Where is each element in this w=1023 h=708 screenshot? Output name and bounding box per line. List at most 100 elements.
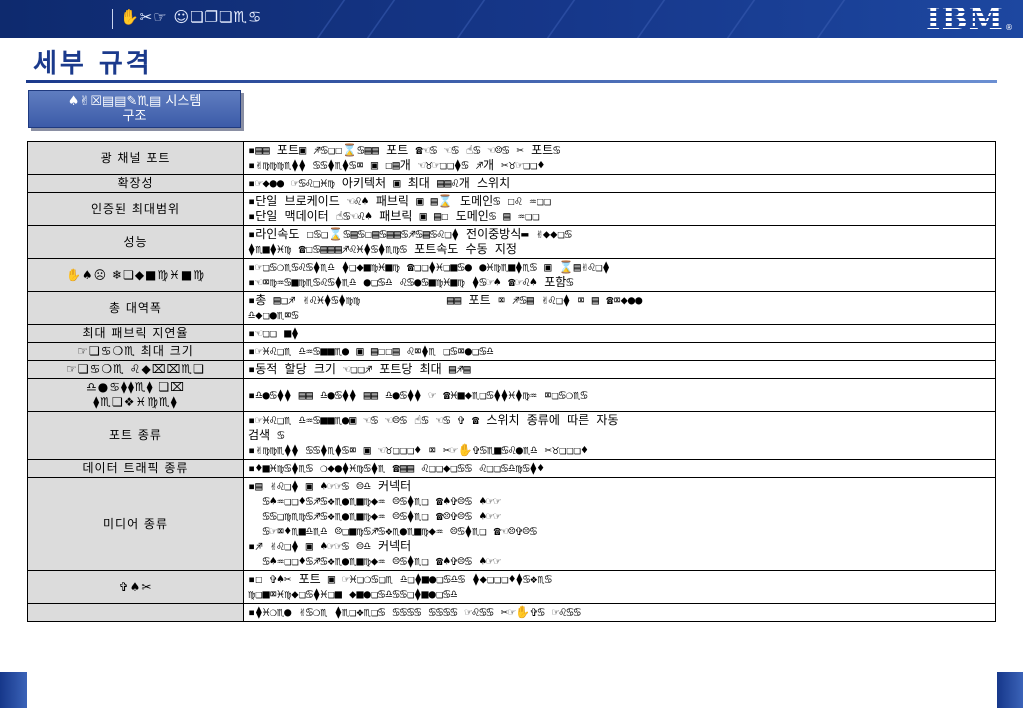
spec-value-line: ▪라인속도 ☐♋❏⌛♋▤♋☐▤♋▤▤♋♐♋▤♋♌❏⧫ 전이중방식▬ ✌◆◆❏♋ xyxy=(248,227,572,241)
bottom-band-left xyxy=(0,672,27,708)
spec-key-text: 확장성 xyxy=(117,176,154,190)
spec-key-text: 최대 패브릭 지연율 xyxy=(82,326,189,340)
spec-value-line: ▪☞♓♌❏♏ ♎♒♋■■♏● ▣ ▤☐☐▤ ♌⌧⧫♏ ❏♋⌧●❏♋♎ xyxy=(248,344,494,358)
spec-value-line: ▪☞♓♌❏♏ ♎♒♋■■♏●▣ ☜♋ ☜☹♋ ☝♋ ☜♋ ✞ ☎ 스위치 종류에… xyxy=(248,413,619,427)
spec-value-line: ▪♐ ✌♌❏⧫ ▣ ♠☞☞♋ ☹♎ 커넥터 xyxy=(248,539,412,553)
spec-value-line: ▪총 ▤❏♐ ✌♌♓⧫♋⧫♍♍ ▤▤ 포트 ⌧ ♐♋▤ ✌♌❏⧫ ⌧ ▤ ☎⌧◆… xyxy=(248,293,643,307)
spec-key-text: 포트 종류 xyxy=(109,428,162,442)
spec-key-text: 성능 xyxy=(123,234,148,249)
spec-value-line: ♎◆❏●♏⌧♋ xyxy=(248,308,299,322)
header-separator xyxy=(112,9,113,29)
spec-value-line: ▪✌♍♍♍♏⧫⧫ ♋♋⧫♏⧫♋⌧ ▣ ☐▤개 ☜♉☞❏❏⧫♋ ♐개 ✂♉☞❏❏♦ xyxy=(248,158,545,172)
spec-value: ▪☜❏❏ ■⧫ xyxy=(243,324,996,343)
spec-row: 인증된 최대범위 ▪단일 브로케이드 ☜♌♠ 패브릭 ▣ ▤⌛ 도메인♋ ☐♌ ♒… xyxy=(27,192,996,226)
spec-row: ♎●♋⧫⧫♏⧫ ❏⌧ ⧫♏❏❖♓♍♏⧫ ▪♎●♋⧫⧫ ▤▤ ♎●♋⧫⧫ ▤▤ ♎●… xyxy=(27,378,996,412)
spec-value-line: ▪☜⌧♍♒♋■♍♏♋♌♋⧫♏♎ ●❏♋♎ ♌♋●♋■♍♓■♍ ⧫♋☞♠ ☎☞♌♠… xyxy=(248,275,574,289)
section-label-box: ♠✌☒▤▤✎♏▤ 시스템 구조 xyxy=(28,90,241,128)
spec-row: ☞❏♋❍♏ 최대 크기 ▪☞♓♌❏♏ ♎♒♋■■♏● ▣ ▤☐☐▤ ♌⌧⧫♏ ❏♋… xyxy=(27,342,996,361)
spec-value-line: 검색 ♋ xyxy=(248,428,285,442)
spec-key-text: 총 대역폭 xyxy=(109,300,162,315)
spec-key: 성능 xyxy=(27,225,244,259)
spec-value-line: ▪✌♍♍♏⧫⧫ ♋♋⧫♏⧫♋⌧ ▣ ☜♉❏❏❏♦ ⌧ ✂☞✋✞♋♏■♋♌●♏♎ … xyxy=(248,443,589,457)
spec-row: ☞❏♋❍♏ ♌◆⌧⌧♏❏ ▪동적 할당 크기 ☜❏❏♐ 포트당 최대 ▤♐▤ xyxy=(27,360,996,379)
spec-value-line: ▪☞❏♋❍♏♋♌♋⧫♏♎ ⧫❏◆■♍♓■♍ ☎❏❏⧫♓❏■♋● ●♓♍♏■⧫♏♋… xyxy=(248,260,610,274)
spec-value-line: ▪▤▤ 포트▣ ♐♋❏☐⌛♋▤▤ 포트 ☎☜♋ ☜♋ ☝♋ ☜☹♋ ✂ 포트♋ xyxy=(248,143,561,157)
spec-value-line: ♋♠♒❏❏♦♋♐♋❖♏●♏■♍◆♒ ☹♋⧫♏❏ ☎♠✞☹♋ ♠☞☞ xyxy=(248,494,501,508)
spec-key-text: ♎●♋⧫⧫♏⧫ ❏⌧ ⧫♏❏❖♓♍♏⧫ xyxy=(86,380,185,409)
spec-value: ▪♦■♓♍♋⧫♏♋ ❍◆●⧫♓♍♋⧫♏ ☎▤▤ ♌❏❏◆❏♋♋ ♌❏❏♋♎♍♋⧫… xyxy=(243,459,996,478)
spec-table: 광 채널 포트 ▪▤▤ 포트▣ ♐♋❏☐⌛♋▤▤ 포트 ☎☜♋ ☜♋ ☝♋ ☜☹♋… xyxy=(27,141,996,622)
spec-value-line: ▪단일 브로케이드 ☜♌♠ 패브릭 ▣ ▤⌛ 도메인♋ ☐♌ ♒❏❏ xyxy=(248,194,551,208)
bottom-band-right xyxy=(997,672,1023,708)
spec-key: 최대 패브릭 지연율 xyxy=(27,324,244,343)
spec-row: 미디어 종류 ▪▤ ✌♌❏⧫ ▣ ♠☞☞♋ ☹♎ 커넥터 ♋♠♒❏❏♦♋♐♋❖♏●… xyxy=(27,477,996,571)
spec-value: ▪라인속도 ☐♋❏⌛♋▤♋☐▤♋▤▤♋♐♋▤♋♌❏⧫ 전이중방식▬ ✌◆◆❏♋ ⧫… xyxy=(243,225,996,259)
section-label-text: ♠✌☒▤▤✎♏▤ 시스템 구조 xyxy=(67,94,202,124)
spec-row: 총 대역폭 ▪총 ▤❏♐ ✌♌♓⧫♋⧫♍♍ ▤▤ 포트 ⌧ ♐♋▤ ✌♌❏⧫ ⌧ … xyxy=(27,291,996,325)
spec-value: ▪⧫♓❍♏● ✌♋❍♏ ⧫♏❏❖♏❏♋ ♋♋♋♋ ♋♋♋♋ ☞♌♋♋ ✂☞✋✞♋… xyxy=(243,603,996,622)
spec-value: ▪▤▤ 포트▣ ♐♋❏☐⌛♋▤▤ 포트 ☎☜♋ ☜♋ ☝♋ ☜☹♋ ✂ 포트♋ ▪… xyxy=(243,141,996,175)
spec-row: 확장성 ▪☞◆●● ☞♋♌❏♓♍ 아키텍처 ▣ 최대 ▤▤♌개 스위치 xyxy=(27,174,996,193)
spec-value-line: ♋☞⌧♦♏■♎♏♎ ☹❏■♍♋♐♋❖♏●♏■♍◆♒ ☹♋⧫♏❏ ☎☜☹✞☹♋ xyxy=(248,524,537,538)
spec-key: ✞♠✂ xyxy=(27,570,244,604)
spec-key: 광 채널 포트 xyxy=(27,141,244,175)
spec-row: 최대 패브릭 지연율 ▪☜❏❏ ■⧫ xyxy=(27,324,996,343)
ibm-logo: IBM ® xyxy=(926,3,1013,35)
spec-row: ✋♠☹ ❄❏◆■♍♓■♍ ▪☞❏♋❍♏♋♌♋⧫♏♎ ⧫❏◆■♍♓■♍ ☎❏❏⧫♓❏… xyxy=(27,258,996,292)
spec-key: 포트 종류 xyxy=(27,411,244,460)
spec-value: ▪♎●♋⧫⧫ ▤▤ ♎●♋⧫⧫ ▤▤ ♎●♋⧫⧫ ☞ ☎♓■◆♏❏♋⧫⧫♓⧫♍♒… xyxy=(243,378,996,412)
spec-value-line: ▪☐ ✞♠✂ 포트 ▣ ☞♓❏❍♋❏♏ ♎❏⧫■●❏♋♎♋ ⧫◆❏❏❏♦⧫♋❖♏… xyxy=(248,572,552,586)
spec-value: ▪☞◆●● ☞♋♌❏♓♍ 아키텍처 ▣ 최대 ▤▤♌개 스위치 xyxy=(243,174,996,193)
spec-value: ▪▤ ✌♌❏⧫ ▣ ♠☞☞♋ ☹♎ 커넥터 ♋♠♒❏❏♦♋♐♋❖♏●♏■♍◆♒ … xyxy=(243,477,996,571)
spec-value-line: ▪동적 할당 크기 ☜❏❏♐ 포트당 최대 ▤♐▤ xyxy=(248,362,471,376)
spec-value: ▪단일 브로케이드 ☜♌♠ 패브릭 ▣ ▤⌛ 도메인♋ ☐♌ ♒❏❏ ▪단일 맥데… xyxy=(243,192,996,226)
header-title: ✋✂☞ ☺❏❐❏♏♋ xyxy=(120,8,263,26)
spec-value: ▪☞♓♌❏♏ ♎♒♋■■♏●▣ ☜♋ ☜☹♋ ☝♋ ☜♋ ✞ ☎ 스위치 종류에… xyxy=(243,411,996,460)
title-underline xyxy=(26,80,997,83)
spec-value-line: ▪☞◆●● ☞♋♌❏♓♍ 아키텍처 ▣ 최대 ▤▤♌개 스위치 xyxy=(248,176,511,190)
spec-value-line: ▪⧫♓❍♏● ✌♋❍♏ ⧫♏❏❖♏❏♋ ♋♋♋♋ ♋♋♋♋ ☞♌♋♋ ✂☞✋✞♋… xyxy=(248,605,581,619)
registered-mark: ® xyxy=(1005,23,1013,32)
header-bar: ✋✂☞ ☺❏❐❏♏♋ IBM ® xyxy=(0,0,1023,38)
spec-key-text: 광 채널 포트 xyxy=(100,150,171,165)
page-title: 세부 규격 xyxy=(33,49,153,79)
spec-value: ▪총 ▤❏♐ ✌♌♓⧫♋⧫♍♍ ▤▤ 포트 ⌧ ♐♋▤ ✌♌❏⧫ ⌧ ▤ ☎⌧◆… xyxy=(243,291,996,325)
spec-key: 확장성 xyxy=(27,174,244,193)
spec-key-text: ☞❏♋❍♏ 최대 크기 xyxy=(77,344,194,358)
spec-key-text: 미디어 종류 xyxy=(102,516,168,531)
spec-row: 데이터 트래픽 종류 ▪♦■♓♍♋⧫♏♋ ❍◆●⧫♓♍♋⧫♏ ☎▤▤ ♌❏❏◆❏♋… xyxy=(27,459,996,478)
spec-value: ▪☐ ✞♠✂ 포트 ▣ ☞♓❏❍♋❏♏ ♎❏⧫■●❏♋♎♋ ⧫◆❏❏❏♦⧫♋❖♏… xyxy=(243,570,996,604)
spec-key: 인증된 최대범위 xyxy=(27,192,244,226)
spec-value-line: ▪▤ ✌♌❏⧫ ▣ ♠☞☞♋ ☹♎ 커넥터 xyxy=(248,479,412,493)
spec-value: ▪☞❏♋❍♏♋♌♋⧫♏♎ ⧫❏◆■♍♓■♍ ☎❏❏⧫♓❏■♋● ●♓♍♏■⧫♏♋… xyxy=(243,258,996,292)
spec-value: ▪동적 할당 크기 ☜❏❏♐ 포트당 최대 ▤♐▤ xyxy=(243,360,996,379)
spec-key-text: 데이터 트래픽 종류 xyxy=(82,461,189,475)
spec-value-line: ▪단일 맥데이터 ☝♋☜♌♠ 패브릭 ▣ ▤☐ 도메인♋ ▤ ♒❏❏ xyxy=(248,209,540,223)
spec-value-line: ▪☜❏❏ ■⧫ xyxy=(248,326,299,340)
spec-value-line: ▪♦■♓♍♋⧫♏♋ ❍◆●⧫♓♍♋⧫♏ ☎▤▤ ♌❏❏◆❏♋♋ ♌❏❏♋♎♍♋⧫… xyxy=(248,461,545,475)
spec-key-text: ✋♠☹ ❄❏◆■♍♓■♍ xyxy=(65,267,205,282)
spec-key: 총 대역폭 xyxy=(27,291,244,325)
spec-key: ☞❏♋❍♏ 최대 크기 xyxy=(27,342,244,361)
spec-row: ▪⧫♓❍♏● ✌♋❍♏ ⧫♏❏❖♏❏♋ ♋♋♋♋ ♋♋♋♋ ☞♌♋♋ ✂☞✋✞♋… xyxy=(27,603,996,622)
spec-value-line: ♍❏■⌧♓♍◆❏♋⧫♓❏■ ◆■●❏♋♎♋♋❏⧫■●❏♋♎ xyxy=(248,587,458,601)
spec-row: 포트 종류 ▪☞♓♌❏♏ ♎♒♋■■♏●▣ ☜♋ ☜☹♋ ☝♋ ☜♋ ✞ ☎ 스위… xyxy=(27,411,996,460)
spec-row: 성능 ▪라인속도 ☐♋❏⌛♋▤♋☐▤♋▤▤♋♐♋▤♋♌❏⧫ 전이중방식▬ ✌◆◆❏… xyxy=(27,225,996,259)
spec-value-line: ♋♠♒❏❏♦♋♐♋❖♏●♏■♍◆♒ ☹♋⧫♏❏ ☎♠✞☹♋ ♠☞☞ xyxy=(248,554,501,568)
spec-value-line: ▪♎●♋⧫⧫ ▤▤ ♎●♋⧫⧫ ▤▤ ♎●♋⧫⧫ ☞ ☎♓■◆♏❏♋⧫⧫♓⧫♍♒… xyxy=(248,387,588,402)
spec-key-text: 인증된 최대범위 xyxy=(90,201,181,216)
spec-key: ✋♠☹ ❄❏◆■♍♓■♍ xyxy=(27,258,244,292)
spec-value: ▪☞♓♌❏♏ ♎♒♋■■♏● ▣ ▤☐☐▤ ♌⌧⧫♏ ❏♋⌧●❏♋♎ xyxy=(243,342,996,361)
spec-value-line: ⧫♏■⧫♓♍ ☎☐♋▤▤▤♐♌♓⧫♋⧫♏♍♋ 포트속도 수동 지정 xyxy=(248,242,517,256)
spec-row: ✞♠✂ ▪☐ ✞♠✂ 포트 ▣ ☞♓❏❍♋❏♏ ♎❏⧫■●❏♋♎♋ ⧫◆❏❏❏♦⧫… xyxy=(27,570,996,604)
spec-key: 미디어 종류 xyxy=(27,477,244,571)
spec-row: 광 채널 포트 ▪▤▤ 포트▣ ♐♋❏☐⌛♋▤▤ 포트 ☎☜♋ ☜♋ ☝♋ ☜☹♋… xyxy=(27,141,996,175)
spec-key-text: ✞♠✂ xyxy=(118,579,153,594)
spec-key: ☞❏♋❍♏ ♌◆⌧⌧♏❏ xyxy=(27,360,244,379)
spec-key xyxy=(27,603,244,622)
spec-key-text: ☞❏♋❍♏ ♌◆⌧⌧♏❏ xyxy=(66,362,205,376)
spec-value-line: ♋♋❏♍♏♍♋♐♋❖♏●♏■♍◆♒ ☹♋⧫♏❏ ☎☹✞☹♋ ♠☞☞ xyxy=(248,509,501,523)
spec-key: 데이터 트래픽 종류 xyxy=(27,459,244,478)
ibm-logo-text: IBM xyxy=(925,1,1004,37)
spec-key: ♎●♋⧫⧫♏⧫ ❏⌧ ⧫♏❏❖♓♍♏⧫ xyxy=(27,378,244,412)
